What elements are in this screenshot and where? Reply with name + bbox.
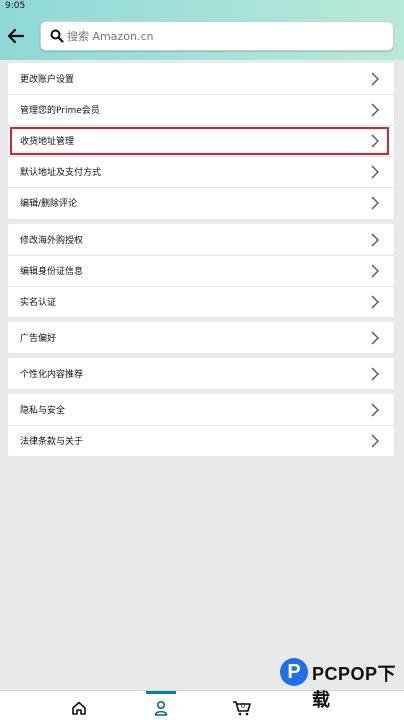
chevron-right-icon xyxy=(371,367,379,381)
chevron-right-icon xyxy=(371,72,379,86)
settings-group-identity: 修改海外购授权 编辑身份证信息 实名认证 xyxy=(8,224,394,317)
row-label: 编辑/删除评论 xyxy=(20,199,78,209)
row-label: 广告偏好 xyxy=(20,334,57,344)
search-box[interactable] xyxy=(40,21,394,51)
watermark: P PCPOP下载 xyxy=(278,656,404,720)
home-icon[interactable] xyxy=(70,699,88,717)
highlight-box xyxy=(10,127,389,155)
row-label: 修改海外购授权 xyxy=(20,236,84,246)
search-input[interactable] xyxy=(67,23,387,49)
row-label: 默认地址及支付方式 xyxy=(20,168,102,178)
row-edit-id-info[interactable]: 编辑身份证信息 xyxy=(8,255,394,286)
header-bar: 9:05 xyxy=(0,0,404,60)
cart-count: 0 xyxy=(241,702,245,710)
search-icon xyxy=(50,29,64,43)
nav-active-indicator xyxy=(146,691,176,694)
settings-group-personalization: 个性化内容推荐 xyxy=(8,358,394,389)
row-label: 管理您的Prime会员 xyxy=(20,106,100,116)
chevron-right-icon xyxy=(371,103,379,117)
watermark-logo-letter: P xyxy=(287,661,301,683)
row-personalized-recommendations[interactable]: 个性化内容推荐 xyxy=(8,358,394,389)
settings-group-ads: 广告偏好 xyxy=(8,322,394,353)
row-label: 编辑身份证信息 xyxy=(20,267,84,277)
row-label: 实名认证 xyxy=(20,298,57,308)
back-arrow-icon[interactable] xyxy=(6,26,26,46)
row-legal-about[interactable]: 法律条款与关于 xyxy=(8,425,394,456)
account-icon[interactable] xyxy=(152,699,170,717)
cart-icon[interactable]: 0 xyxy=(232,699,252,717)
row-label: 法律条款与关于 xyxy=(20,437,84,447)
chevron-right-icon xyxy=(371,165,379,179)
chevron-right-icon xyxy=(371,331,379,345)
chevron-right-icon xyxy=(371,233,379,247)
status-time: 9:05 xyxy=(5,1,26,11)
row-label: 隐私与安全 xyxy=(20,406,66,416)
watermark-text: PCPOP下载 xyxy=(312,664,397,710)
row-manage-prime[interactable]: 管理您的Prime会员 xyxy=(8,94,394,125)
row-label: 更改账户设置 xyxy=(20,75,75,85)
row-label: 个性化内容推荐 xyxy=(20,370,84,380)
chevron-right-icon xyxy=(371,264,379,278)
watermark-logo-icon: P xyxy=(280,658,308,686)
row-overseas-authorization[interactable]: 修改海外购授权 xyxy=(8,224,394,255)
row-default-address-payment[interactable]: 默认地址及支付方式 xyxy=(8,156,394,187)
settings-group-legal: 隐私与安全 法律条款与关于 xyxy=(8,394,394,456)
chevron-right-icon xyxy=(371,196,379,210)
row-change-account-settings[interactable]: 更改账户设置 xyxy=(8,63,394,94)
row-privacy-security[interactable]: 隐私与安全 xyxy=(8,394,394,425)
row-ad-preferences[interactable]: 广告偏好 xyxy=(8,322,394,353)
chevron-right-icon xyxy=(371,434,379,448)
row-edit-delete-reviews[interactable]: 编辑/删除评论 xyxy=(8,187,394,218)
row-real-name-verification[interactable]: 实名认证 xyxy=(8,286,394,317)
chevron-right-icon xyxy=(371,403,379,417)
chevron-right-icon xyxy=(371,295,379,309)
